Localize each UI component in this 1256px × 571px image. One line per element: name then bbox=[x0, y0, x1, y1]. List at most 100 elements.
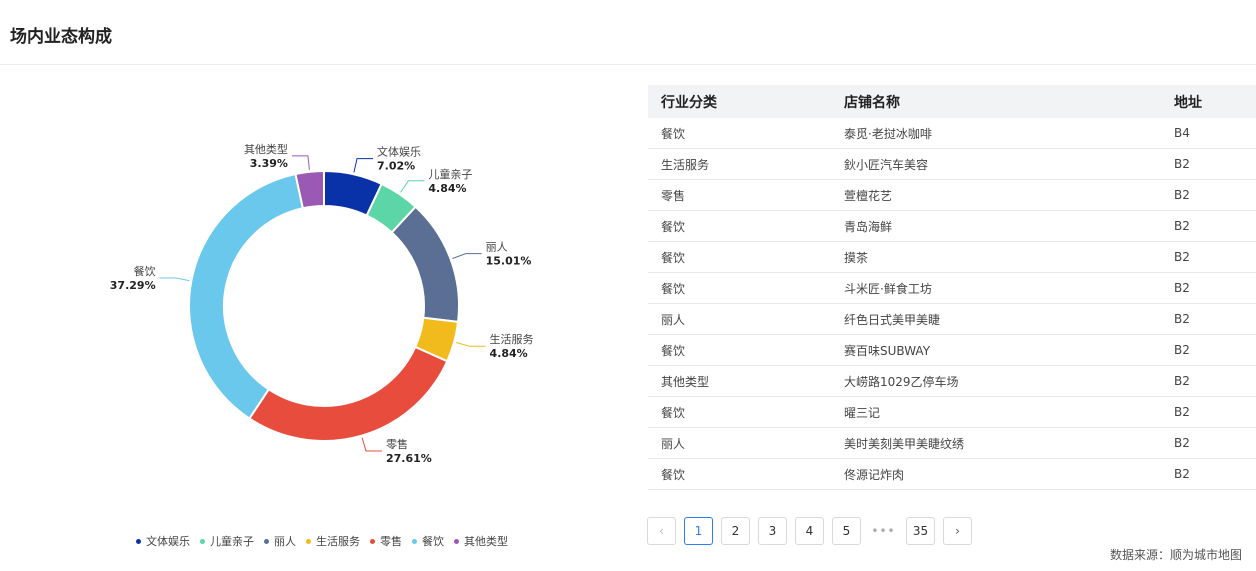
slice-label-1: 儿童亲子 bbox=[428, 167, 472, 181]
cell-store-name: 美时美刻美甲美睫纹绣 bbox=[844, 436, 965, 451]
legend-label: 零售 bbox=[380, 535, 402, 548]
cell-category: 丽人 bbox=[661, 312, 686, 327]
legend-dot-icon bbox=[200, 538, 205, 544]
more-pages-ellipsis[interactable]: ••• bbox=[869, 517, 898, 545]
slice-value-4: 27.61% bbox=[386, 452, 432, 465]
cell-store-name: 萱檀花艺 bbox=[844, 188, 893, 203]
donut-chart: 文体娱乐7.02%儿童亲子4.84%丽人15.01%生活服务4.84%零售27.… bbox=[110, 142, 534, 465]
leader-line-2 bbox=[452, 253, 482, 259]
header-address: 地址 bbox=[1174, 94, 1202, 111]
title-divider bbox=[0, 64, 1256, 65]
table-row: 零售 萱檀花艺 B2 bbox=[648, 180, 1256, 211]
cell-address: B2 bbox=[1174, 405, 1190, 419]
cell-address: B2 bbox=[1174, 467, 1190, 481]
legend-label: 餐饮 bbox=[422, 535, 444, 548]
leader-line-6 bbox=[291, 155, 310, 170]
leader-line-1 bbox=[400, 180, 425, 193]
cell-category: 餐饮 bbox=[661, 405, 686, 420]
table-row: 生活服务 鈥小匠汽车美容 B2 bbox=[648, 149, 1256, 180]
cell-category: 丽人 bbox=[661, 436, 686, 451]
page-button-5[interactable]: 5 bbox=[832, 517, 861, 545]
slice-value-3: 4.84% bbox=[490, 347, 528, 360]
page-button-1[interactable]: 1 bbox=[684, 517, 713, 545]
slice-label-0: 文体娱乐 bbox=[377, 145, 421, 159]
table-row: 餐饮 赛百味SUBWAY B2 bbox=[648, 335, 1256, 366]
header-store-name: 店铺名称 bbox=[844, 94, 900, 111]
slice-label-6: 其他类型 bbox=[244, 142, 288, 156]
cell-store-name: 佟源记炸肉 bbox=[844, 467, 905, 482]
legend-item-1[interactable]: 儿童亲子 bbox=[200, 533, 254, 549]
cell-store-name: 鈥小匠汽车美容 bbox=[844, 157, 929, 172]
cell-category: 餐饮 bbox=[661, 281, 686, 296]
cell-address: B2 bbox=[1174, 312, 1190, 326]
cell-store-name: 赛百味SUBWAY bbox=[844, 343, 931, 358]
cell-store-name: 曜三记 bbox=[844, 405, 881, 420]
slice-value-2: 15.01% bbox=[486, 255, 532, 268]
legend-dot-icon bbox=[412, 538, 417, 544]
cell-store-name: 大崂路1029乙停车场 bbox=[844, 374, 959, 389]
page-title: 场内业态构成 bbox=[10, 27, 112, 47]
legend-item-2[interactable]: 丽人 bbox=[264, 533, 296, 549]
legend-item-3[interactable]: 生活服务 bbox=[306, 533, 360, 549]
prev-page-button[interactable]: ‹ bbox=[647, 517, 676, 545]
cell-store-name: 青岛海鲜 bbox=[844, 219, 893, 234]
table-row: 丽人 纤色日式美甲美睫 B2 bbox=[648, 304, 1256, 335]
header-category: 行业分类 bbox=[661, 94, 717, 111]
table-row: 餐饮 斗米匠·鲜食工坊 B2 bbox=[648, 273, 1256, 304]
slice-label-5: 餐饮 bbox=[134, 264, 156, 278]
legend-label: 生活服务 bbox=[316, 535, 360, 548]
legend-dot-icon bbox=[136, 538, 141, 544]
cell-category: 餐饮 bbox=[661, 219, 686, 234]
cell-store-name: 摸茶 bbox=[844, 250, 869, 265]
slice-5 bbox=[188, 172, 305, 420]
table-header: 行业分类 店铺名称 地址 bbox=[648, 85, 1256, 118]
cell-store-name: 泰觅·老挝冰咖啡 bbox=[844, 126, 932, 141]
cell-store-name: 纤色日式美甲美睫 bbox=[844, 312, 941, 327]
slice-value-0: 7.02% bbox=[377, 160, 415, 173]
legend-label: 丽人 bbox=[274, 535, 296, 548]
legend-dot-icon bbox=[306, 538, 311, 544]
slice-value-5: 37.29% bbox=[110, 279, 156, 292]
cell-category: 餐饮 bbox=[661, 250, 686, 265]
cell-category: 餐饮 bbox=[661, 343, 686, 358]
legend-item-6[interactable]: 其他类型 bbox=[454, 533, 508, 549]
legend-item-0[interactable]: 文体娱乐 bbox=[136, 533, 190, 549]
legend-dot-icon bbox=[454, 538, 459, 544]
slice-label-4: 零售 bbox=[386, 437, 408, 451]
cell-address: B2 bbox=[1174, 219, 1190, 233]
table-row: 餐饮 泰觅·老挝冰咖啡 B4 bbox=[648, 118, 1256, 149]
page-button-last[interactable]: 35 bbox=[906, 517, 935, 545]
page-button-3[interactable]: 3 bbox=[758, 517, 787, 545]
slice-4 bbox=[247, 345, 449, 442]
leader-line-0 bbox=[353, 158, 374, 173]
cell-address: B2 bbox=[1174, 188, 1190, 202]
cell-category: 餐饮 bbox=[661, 126, 686, 141]
legend-item-5[interactable]: 餐饮 bbox=[412, 533, 444, 549]
cell-address: B2 bbox=[1174, 250, 1190, 264]
legend-item-4[interactable]: 零售 bbox=[370, 533, 402, 549]
slice-label-2: 丽人 bbox=[486, 241, 508, 254]
table-row: 餐饮 曜三记 B2 bbox=[648, 397, 1256, 428]
cell-address: B2 bbox=[1174, 157, 1190, 171]
table-row: 餐饮 青岛海鲜 B2 bbox=[648, 211, 1256, 242]
legend-label: 儿童亲子 bbox=[210, 535, 254, 548]
slice-value-6: 3.39% bbox=[250, 157, 288, 170]
legend-dot-icon bbox=[370, 538, 375, 544]
cell-category: 零售 bbox=[661, 188, 686, 203]
page-button-2[interactable]: 2 bbox=[721, 517, 750, 545]
cell-category: 其他类型 bbox=[661, 374, 710, 389]
pagination: ‹ 1 2 3 4 5 ••• 35 › bbox=[647, 517, 980, 545]
cell-address: B4 bbox=[1174, 126, 1190, 140]
chart-legend: 文体娱乐 儿童亲子 丽人 生活服务 零售 餐饮 其他类型 bbox=[136, 533, 518, 549]
legend-dot-icon bbox=[264, 538, 269, 544]
data-source-note: 数据来源：顺为城市地图 bbox=[1109, 548, 1242, 562]
cell-address: B2 bbox=[1174, 281, 1190, 295]
table-row: 其他类型 大崂路1029乙停车场 B2 bbox=[648, 366, 1256, 397]
next-page-button[interactable]: › bbox=[943, 517, 972, 545]
page-button-4[interactable]: 4 bbox=[795, 517, 824, 545]
table-row: 餐饮 摸茶 B2 bbox=[648, 242, 1256, 273]
leader-line-4 bbox=[361, 437, 382, 452]
slice-value-1: 4.84% bbox=[428, 182, 466, 195]
leader-line-5 bbox=[159, 277, 190, 282]
leader-line-3 bbox=[455, 342, 486, 347]
